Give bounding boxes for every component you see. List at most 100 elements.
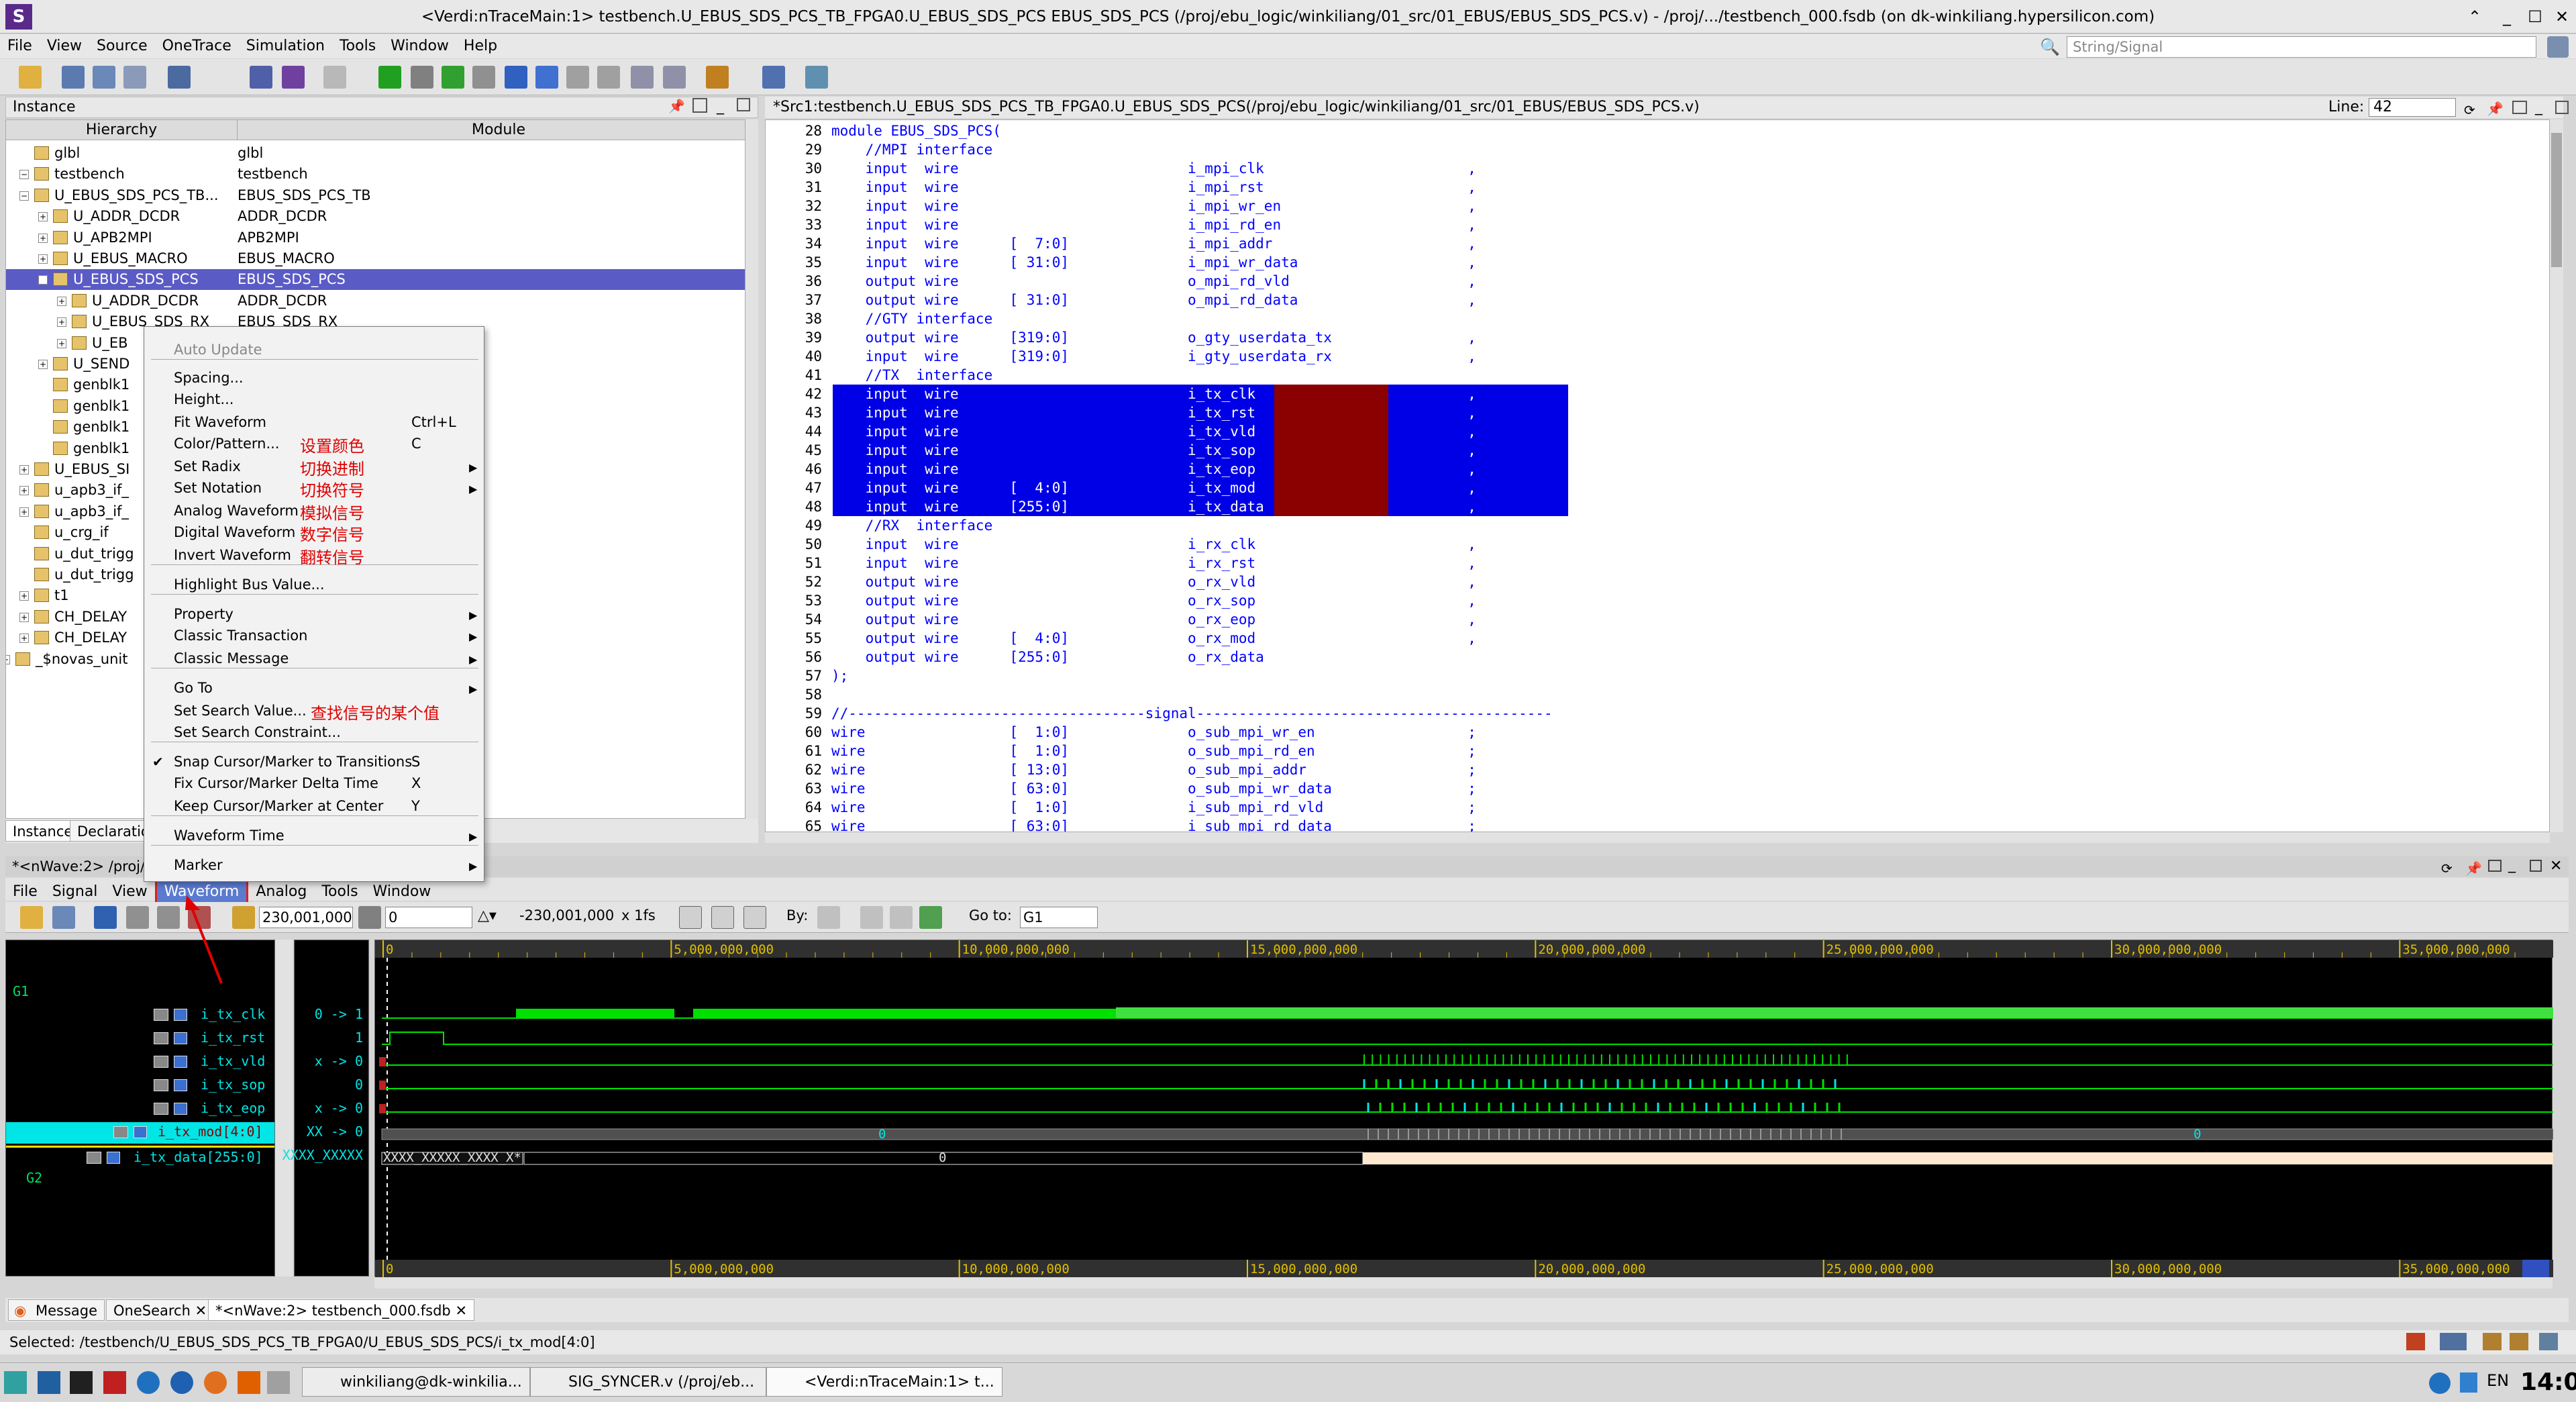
minimize-button[interactable]: _ (2495, 5, 2519, 28)
cursor-time-input[interactable]: 230,001,000 (259, 907, 353, 928)
context-menu-item[interactable]: Waveform Time ▶ (144, 825, 484, 846)
tab-onesearch[interactable]: OneSearch ✕ (106, 1299, 215, 1321)
source-line[interactable]: 41 //TX interface (766, 366, 2549, 385)
search-next-icon[interactable] (890, 906, 913, 929)
open-folder-icon[interactable] (19, 66, 42, 89)
undo-icon[interactable] (94, 906, 117, 929)
down-icon[interactable] (597, 66, 620, 89)
expand-toggle-icon[interactable]: + (38, 233, 48, 243)
source-line[interactable]: 57); (766, 666, 2549, 685)
close-icon[interactable]: ✕ (195, 1303, 207, 1319)
cut-icon[interactable] (126, 906, 149, 929)
tree-row[interactable]: + U_EBUS_MACRO EBUS_MACRO (6, 248, 758, 269)
signal-expand-icon[interactable] (107, 1152, 120, 1164)
source-line[interactable]: 54 output wire o_rx_eop , (766, 610, 2549, 629)
lock-icon[interactable] (2483, 1333, 2502, 1350)
nwave-menu-view[interactable]: View (105, 880, 154, 904)
menu-file[interactable]: File (0, 34, 40, 58)
bookmark-icon[interactable] (706, 66, 729, 89)
expand-toggle-icon[interactable]: + (57, 317, 66, 328)
signal-row[interactable]: i_tx_mod[4:0] (6, 1122, 274, 1144)
goto-select[interactable]: G1 (1020, 907, 1098, 928)
source-line[interactable]: 47 input wire [ 4:0] i_tx_mod , (766, 479, 2549, 497)
source-line[interactable]: 50 input wire i_rx_clk , (766, 535, 2549, 554)
source-line[interactable]: 40 input wire [319:0] i_gty_userdata_rx … (766, 347, 2549, 366)
refresh-icon[interactable]: ⟳ (2441, 858, 2453, 879)
signal-row[interactable]: i_tx_data[255:0] (6, 1146, 274, 1167)
expand-toggle-icon[interactable]: + (57, 296, 66, 306)
group-g2[interactable]: G2 (26, 1170, 42, 1186)
nwave-menu-analog[interactable]: Analog (248, 880, 314, 904)
line-input[interactable]: 42 (2369, 98, 2456, 117)
up-icon[interactable] (566, 66, 589, 89)
menu-window[interactable]: Window (383, 34, 456, 58)
nwave-menu-tools[interactable]: Tools (314, 880, 365, 904)
minimize-pane-icon[interactable]: _ (2535, 97, 2542, 118)
source-line[interactable]: 34 input wire [ 7:0] i_mpi_addr , (766, 234, 2549, 253)
module-icon[interactable] (93, 66, 115, 89)
expand-toggle-icon[interactable]: + (19, 465, 29, 474)
zoom-out-icon[interactable] (679, 906, 702, 929)
hierarchy-icon[interactable] (62, 66, 85, 89)
zoom-in-icon[interactable] (711, 906, 734, 929)
menu-source[interactable]: Source (89, 34, 155, 58)
edit-icon[interactable] (250, 66, 272, 89)
expand-toggle-icon[interactable]: + (19, 486, 29, 496)
source-line[interactable]: 43 input wire i_tx_rst , (766, 403, 2549, 422)
nwave-menu-signal[interactable]: Signal (45, 880, 105, 904)
maximize-pane-icon[interactable] (2530, 860, 2542, 872)
notification-icon[interactable] (2460, 1372, 2477, 1393)
source-line[interactable]: 36 output wire o_mpi_rd_vld , (766, 272, 2549, 291)
source-line[interactable]: 35 input wire [ 31:0] i_mpi_wr_data , (766, 253, 2549, 272)
signal-row[interactable]: i_tx_clk (6, 1005, 274, 1026)
signal-expand-icon[interactable] (174, 1079, 187, 1091)
maximize-pane-icon[interactable] (2555, 101, 2569, 114)
nwave-menu-window[interactable]: Window (366, 880, 439, 904)
cursor-icon[interactable] (232, 906, 255, 929)
source-line[interactable]: 45 input wire i_tx_sop , (766, 441, 2549, 460)
terminal-icon[interactable] (70, 1371, 93, 1394)
nwave-menu-file[interactable]: File (5, 880, 45, 904)
close-icon[interactable]: ✕ (2550, 856, 2562, 877)
context-menu-item[interactable]: Spacing... (144, 367, 484, 389)
copy-icon[interactable] (157, 906, 180, 929)
arrow-left-icon[interactable] (442, 66, 464, 89)
source-line[interactable]: 38 //GTY interface (766, 309, 2549, 328)
marker-icon[interactable] (358, 906, 381, 929)
tree-row[interactable]: + U_APB2MPI APB2MPI (6, 228, 758, 248)
source-line[interactable]: 28 module EBUS_SDS_PCS( (766, 121, 2549, 140)
signal-expand-icon[interactable] (174, 1032, 187, 1044)
back-icon[interactable] (411, 66, 433, 89)
filter-icon[interactable] (168, 66, 191, 89)
source-line[interactable]: 29 //MPI interface (766, 140, 2549, 159)
files-icon[interactable] (170, 1371, 193, 1394)
source-line[interactable]: 52 output wire o_rx_vld , (766, 572, 2549, 591)
source-line[interactable]: 48 input wire [255:0] i_tx_data , (766, 497, 2549, 516)
context-menu-item[interactable]: Go To ▶ (144, 677, 484, 699)
expand-toggle-icon[interactable]: + (57, 338, 66, 348)
menu-view[interactable]: View (40, 34, 89, 58)
firefox-icon[interactable] (204, 1371, 227, 1394)
source-line[interactable]: 56 output wire [255:0] o_rx_data (766, 648, 2549, 666)
expand-toggle-icon[interactable]: + (19, 507, 29, 517)
pin-icon[interactable]: 📌 (668, 98, 685, 114)
search-by-icon[interactable] (817, 906, 840, 929)
zoom-fit-icon[interactable] (743, 906, 766, 929)
editor-e-icon[interactable] (282, 66, 305, 89)
trace-icon[interactable] (378, 66, 401, 89)
instance-scrollbar[interactable] (745, 119, 758, 819)
layout-icon[interactable] (2440, 1333, 2467, 1350)
expand-toggle-icon[interactable]: − (38, 275, 48, 285)
expand-toggle-icon[interactable]: + (19, 634, 29, 644)
signal-row[interactable]: i_tx_sop (6, 1075, 274, 1097)
tree-row[interactable]: − U_EBUS_SDS_PCS_TB... EBUS_SDS_PCS_TB (6, 185, 758, 206)
source-line[interactable]: 42 input wire i_tx_clk , (766, 385, 2549, 403)
chevron-up-icon[interactable]: ⌃ (2463, 5, 2487, 28)
source-line[interactable]: 53 output wire o_rx_sop , (766, 591, 2549, 610)
flow-icon[interactable] (663, 66, 686, 89)
search-prev-icon[interactable] (860, 906, 883, 929)
source-scrollbar[interactable] (2550, 119, 2563, 832)
context-menu-item[interactable]: Digital Waveform 数字信号 (144, 521, 484, 544)
vscode-icon[interactable] (137, 1371, 160, 1394)
context-menu-item[interactable]: Snap Cursor/Marker to Transitions ✔ S (144, 751, 484, 772)
